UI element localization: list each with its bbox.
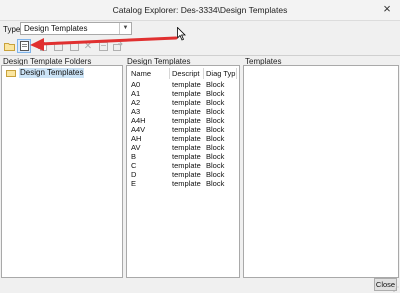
cell-description: template xyxy=(172,161,201,170)
cell-description: template xyxy=(172,89,201,98)
tree-item-design-templates[interactable]: Design Templates xyxy=(6,68,85,78)
cell-diag-type: Block xyxy=(206,80,225,89)
table-row[interactable]: A4H template Block xyxy=(127,116,239,125)
templates-preview[interactable] xyxy=(243,65,399,278)
cell-diag-type: Block xyxy=(206,161,225,170)
type-bar: Type: Design Templates ▼ xyxy=(0,20,400,37)
cell-name: A1 xyxy=(131,89,141,98)
cell-name: A3 xyxy=(131,107,141,116)
cell-diag-type: Block xyxy=(206,107,225,116)
cell-name: AV xyxy=(131,143,141,152)
column-header-diag-type[interactable]: Diag Typ xyxy=(206,68,235,79)
table-row[interactable]: A1 template Block xyxy=(127,89,239,98)
cell-name: A0 xyxy=(131,80,141,89)
table-row[interactable]: A4V template Block xyxy=(127,125,239,134)
cell-diag-type: Block xyxy=(206,170,225,179)
new-folder-icon[interactable] xyxy=(2,39,16,53)
table-row[interactable]: A3 template Block xyxy=(127,107,239,116)
table-row[interactable]: Btemplate Block xyxy=(127,152,239,161)
cell-description: template xyxy=(172,143,201,152)
column-header-description[interactable]: Descript xyxy=(172,68,200,79)
cell-diag-type: Block xyxy=(206,116,225,125)
cell-diag-type: Block xyxy=(206,152,225,161)
folders-tree[interactable]: Design Templates xyxy=(1,65,123,278)
cell-name: A4H xyxy=(131,116,146,125)
window-title: Catalog Explorer: Des-3334\Design Templa… xyxy=(112,5,288,15)
table-row[interactable]: A0 template Block xyxy=(127,80,239,89)
cell-name: C xyxy=(131,161,137,170)
resize-grip-icon[interactable]: ⋰ xyxy=(393,286,399,293)
cut-icon[interactable] xyxy=(96,39,110,53)
table-row[interactable]: Ctemplate Block xyxy=(127,161,239,170)
type-dropdown[interactable]: Design Templates ▼ xyxy=(20,22,132,35)
tree-item-label: Design Templates xyxy=(19,68,85,78)
cell-diag-type: Block xyxy=(206,143,225,152)
cell-description: template xyxy=(172,179,201,188)
new-template-icon[interactable] xyxy=(17,39,31,53)
templates-list[interactable]: Name Descript Diag Typ A0 template Block A… xyxy=(126,65,240,278)
type-dropdown-value: Design Templates xyxy=(24,24,88,33)
cell-name: D xyxy=(131,170,137,179)
table-row[interactable]: Dtemplate Block xyxy=(127,170,239,179)
cell-description: template xyxy=(172,107,201,116)
chevron-down-icon[interactable]: ▼ xyxy=(119,23,131,34)
title-bar: Catalog Explorer: Des-3334\Design Templa… xyxy=(0,0,400,21)
cell-diag-type: Block xyxy=(206,125,225,134)
cell-name: AH xyxy=(131,134,142,143)
toolbar: ✕ xyxy=(0,37,400,55)
cell-description: template xyxy=(172,170,201,179)
cell-description: template xyxy=(172,152,201,161)
cell-name: B xyxy=(131,152,137,161)
cell-diag-type: Block xyxy=(206,134,225,143)
cell-description: template xyxy=(172,80,201,89)
table-row[interactable]: Etemplate Block xyxy=(127,179,239,188)
cell-description: template xyxy=(172,134,201,143)
export-icon[interactable] xyxy=(111,39,125,53)
column-divider[interactable] xyxy=(236,68,237,79)
close-icon[interactable]: × xyxy=(380,2,394,16)
properties-icon[interactable] xyxy=(67,39,81,53)
table-row[interactable]: AH template Block xyxy=(127,134,239,143)
copy-icon[interactable] xyxy=(35,39,49,53)
cell-description: template xyxy=(172,98,201,107)
mouse-cursor-icon xyxy=(177,27,186,41)
cell-name: A4V xyxy=(131,125,146,134)
cell-name: A2 xyxy=(131,98,141,107)
cell-diag-type: Block xyxy=(206,98,225,107)
column-header-name[interactable]: Name xyxy=(131,68,151,79)
column-divider[interactable] xyxy=(169,68,170,79)
toolbar-divider xyxy=(0,55,400,56)
folder-icon xyxy=(6,69,16,77)
column-divider[interactable] xyxy=(203,68,204,79)
cell-diag-type: Block xyxy=(206,179,225,188)
table-row[interactable]: A2 template Block xyxy=(127,98,239,107)
cell-description: template xyxy=(172,125,201,134)
delete-icon[interactable]: ✕ xyxy=(81,39,95,53)
paste-icon[interactable] xyxy=(51,39,65,53)
table-row[interactable]: AV template Block xyxy=(127,143,239,152)
cell-description: template xyxy=(172,116,201,125)
cell-name: E xyxy=(131,179,137,188)
cell-diag-type: Block xyxy=(206,89,225,98)
